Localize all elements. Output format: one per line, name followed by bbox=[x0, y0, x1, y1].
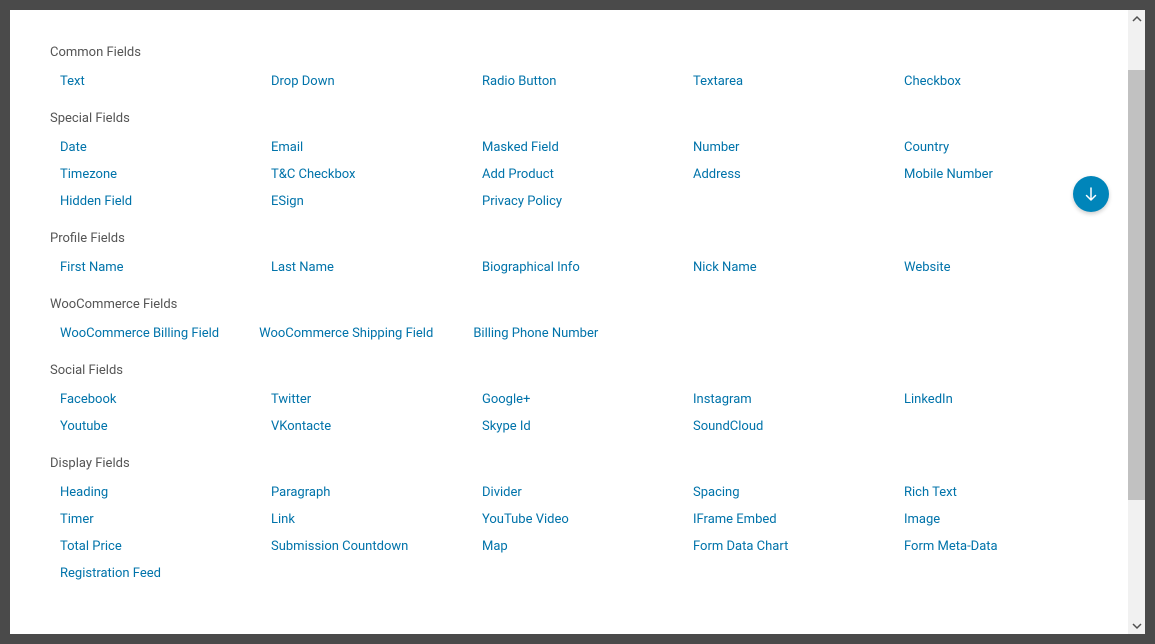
field-link[interactable]: Form Data Chart bbox=[693, 539, 894, 554]
arrow-down-icon bbox=[1082, 185, 1100, 203]
scroll-up-arrow-icon[interactable] bbox=[1128, 10, 1145, 27]
field-link[interactable]: ESign bbox=[271, 194, 472, 209]
scroll-down-button[interactable] bbox=[1073, 176, 1109, 212]
field-link[interactable]: Timezone bbox=[60, 167, 261, 182]
field-link[interactable]: Privacy Policy bbox=[482, 194, 683, 209]
field-link[interactable]: Heading bbox=[60, 485, 261, 500]
field-link[interactable]: Checkbox bbox=[904, 74, 1105, 89]
field-link[interactable]: Form Meta-Data bbox=[904, 539, 1105, 554]
field-link[interactable]: WooCommerce Billing Field bbox=[60, 326, 219, 341]
field-link[interactable]: Youtube bbox=[60, 419, 261, 434]
field-link[interactable]: Last Name bbox=[271, 260, 472, 275]
field-link[interactable]: Registration Feed bbox=[60, 566, 261, 581]
section-woocommerce-fields: WooCommerce Fields WooCommerce Billing F… bbox=[50, 297, 1105, 341]
field-link[interactable]: Link bbox=[271, 512, 472, 527]
field-grid: WooCommerce Billing Field WooCommerce Sh… bbox=[50, 326, 1105, 341]
field-link[interactable]: Twitter bbox=[271, 392, 472, 407]
field-link[interactable]: SoundCloud bbox=[693, 419, 894, 434]
field-link[interactable]: VKontacte bbox=[271, 419, 472, 434]
section-header: WooCommerce Fields bbox=[50, 297, 1105, 312]
field-link[interactable]: Hidden Field bbox=[60, 194, 261, 209]
field-link[interactable]: WooCommerce Shipping Field bbox=[259, 326, 433, 341]
section-header: Profile Fields bbox=[50, 231, 1105, 246]
section-special-fields: Special Fields Date Email Masked Field N… bbox=[50, 111, 1105, 209]
field-link[interactable]: Facebook bbox=[60, 392, 261, 407]
field-link[interactable]: Drop Down bbox=[271, 74, 472, 89]
field-link[interactable]: YouTube Video bbox=[482, 512, 683, 527]
field-link[interactable]: Masked Field bbox=[482, 140, 683, 155]
field-link[interactable]: Submission Countdown bbox=[271, 539, 472, 554]
field-link[interactable]: Skype Id bbox=[482, 419, 683, 434]
field-link[interactable]: IFrame Embed bbox=[693, 512, 894, 527]
field-grid: Text Drop Down Radio Button Textarea Che… bbox=[50, 74, 1105, 89]
field-link[interactable]: Radio Button bbox=[482, 74, 683, 89]
field-link[interactable]: Mobile Number bbox=[904, 167, 1105, 182]
field-link[interactable]: Spacing bbox=[693, 485, 894, 500]
field-link[interactable]: Image bbox=[904, 512, 1105, 527]
field-grid: Date Email Masked Field Number Country T… bbox=[50, 140, 1105, 209]
field-link[interactable]: Timer bbox=[60, 512, 261, 527]
section-display-fields: Display Fields Heading Paragraph Divider… bbox=[50, 456, 1105, 581]
field-link[interactable]: First Name bbox=[60, 260, 261, 275]
field-link[interactable]: T&C Checkbox bbox=[271, 167, 472, 182]
section-header: Display Fields bbox=[50, 456, 1105, 471]
field-link[interactable]: Nick Name bbox=[693, 260, 894, 275]
modal-content: Common Fields Text Drop Down Radio Butto… bbox=[10, 10, 1145, 634]
field-link[interactable]: Address bbox=[693, 167, 894, 182]
section-common-fields: Common Fields Text Drop Down Radio Butto… bbox=[50, 45, 1105, 89]
field-link[interactable]: Billing Phone Number bbox=[473, 326, 598, 341]
field-link[interactable]: Website bbox=[904, 260, 1105, 275]
field-link[interactable]: Text bbox=[60, 74, 261, 89]
field-link[interactable]: Date bbox=[60, 140, 261, 155]
scrollbar-track[interactable] bbox=[1128, 10, 1145, 634]
field-link[interactable]: LinkedIn bbox=[904, 392, 1105, 407]
field-grid: First Name Last Name Biographical Info N… bbox=[50, 260, 1105, 275]
field-grid: Heading Paragraph Divider Spacing Rich T… bbox=[50, 485, 1105, 581]
field-link[interactable]: Google+ bbox=[482, 392, 683, 407]
section-header: Social Fields bbox=[50, 363, 1105, 378]
field-link[interactable]: Instagram bbox=[693, 392, 894, 407]
field-link[interactable]: Biographical Info bbox=[482, 260, 683, 275]
section-header: Common Fields bbox=[50, 45, 1105, 60]
scroll-down-arrow-icon[interactable] bbox=[1128, 617, 1145, 634]
field-link[interactable]: Textarea bbox=[693, 74, 894, 89]
field-link[interactable]: Map bbox=[482, 539, 683, 554]
field-grid: Facebook Twitter Google+ Instagram Linke… bbox=[50, 392, 1105, 434]
field-link[interactable]: Paragraph bbox=[271, 485, 472, 500]
field-link[interactable]: Number bbox=[693, 140, 894, 155]
field-link[interactable]: Rich Text bbox=[904, 485, 1105, 500]
field-link[interactable]: Country bbox=[904, 140, 1105, 155]
section-profile-fields: Profile Fields First Name Last Name Biog… bbox=[50, 231, 1105, 275]
field-link[interactable]: Email bbox=[271, 140, 472, 155]
fields-picker-modal: Common Fields Text Drop Down Radio Butto… bbox=[10, 10, 1145, 634]
section-social-fields: Social Fields Facebook Twitter Google+ I… bbox=[50, 363, 1105, 434]
section-header: Special Fields bbox=[50, 111, 1105, 126]
field-link[interactable]: Divider bbox=[482, 485, 683, 500]
field-link[interactable]: Add Product bbox=[482, 167, 683, 182]
field-link[interactable]: Total Price bbox=[60, 539, 261, 554]
scrollbar-thumb[interactable] bbox=[1128, 70, 1145, 500]
